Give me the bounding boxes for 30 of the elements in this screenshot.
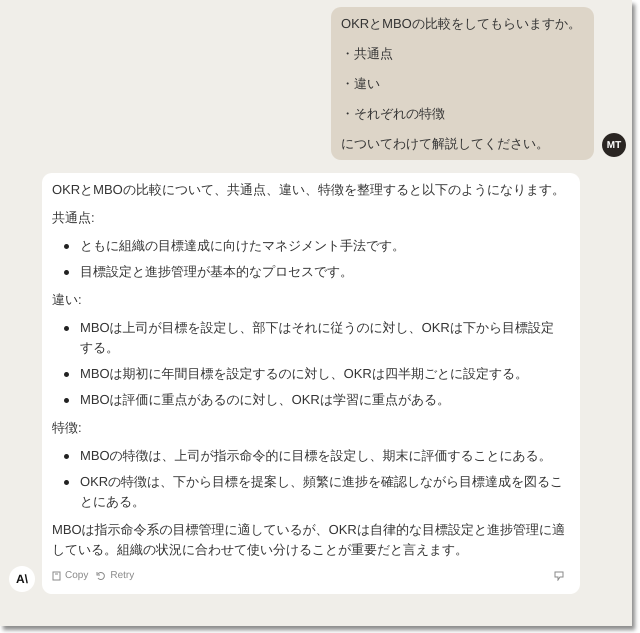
- user-avatar: MT: [602, 133, 626, 157]
- message-text: ・違い: [341, 75, 381, 93]
- assistant-logo: A\: [9, 566, 35, 592]
- message-text: MBOは指示命令系の目標管理に適しているが、OKRは自律的な目標設定と進捗管理に適している。組織の状況に合わせて使い分けることが重要だと言えます。: [52, 521, 566, 559]
- message-text: 違い:: [52, 291, 83, 309]
- bullet-icon: [64, 270, 69, 275]
- message-text: ・それぞれの特徴: [341, 105, 446, 123]
- bullet-icon: [64, 372, 69, 377]
- retry-icon: [96, 571, 106, 581]
- bullet-icon: [64, 480, 69, 485]
- message-text: OKRとMBOの比較をしてもらいますか。: [341, 15, 582, 33]
- list-item-text: MBOは期初に年間目標を設定するのに対し、OKRは四半期ごとに設定する。: [80, 365, 528, 383]
- list-item-text: MBOは上司が目標を設定し、部下はそれに従うのに対し、OKRは下から目標設定する。: [80, 319, 555, 357]
- bullet-icon: [64, 398, 69, 403]
- copy-icon: [52, 571, 61, 581]
- list-item-text: OKRの特徴は、下から目標を提案し、頻繁に進捗を確認しながら目標達成を図ることにある。: [80, 473, 564, 511]
- message-text: OKRとMBOの比較について、共通点、違い、特徴を整理すると以下のようになります。: [52, 181, 566, 199]
- list-item-text: MBOは評価に重点があるのに対し、OKRは学習に重点がある。: [80, 391, 450, 409]
- message-text: 特徴:: [52, 419, 83, 437]
- list-item-text: 目標設定と進捗管理が基本的なプロセスです。: [80, 263, 353, 281]
- bullet-icon: [64, 454, 69, 459]
- message-text: についてわけて解説してください。: [341, 135, 550, 153]
- retry-button[interactable]: Retry: [96, 566, 134, 586]
- message-text: 共通点:: [52, 209, 96, 227]
- message-text: ・共通点: [341, 45, 394, 63]
- bullet-icon: [64, 244, 69, 249]
- list-item-text: ともに組織の目標達成に向けたマネジメント手法です。: [80, 237, 405, 255]
- copy-button[interactable]: Copy: [52, 566, 88, 586]
- bullet-icon: [64, 326, 69, 331]
- list-item-text: MBOの特徴は、上司が指示命令的に目標を設定し、期末に評価することにある。: [80, 447, 552, 465]
